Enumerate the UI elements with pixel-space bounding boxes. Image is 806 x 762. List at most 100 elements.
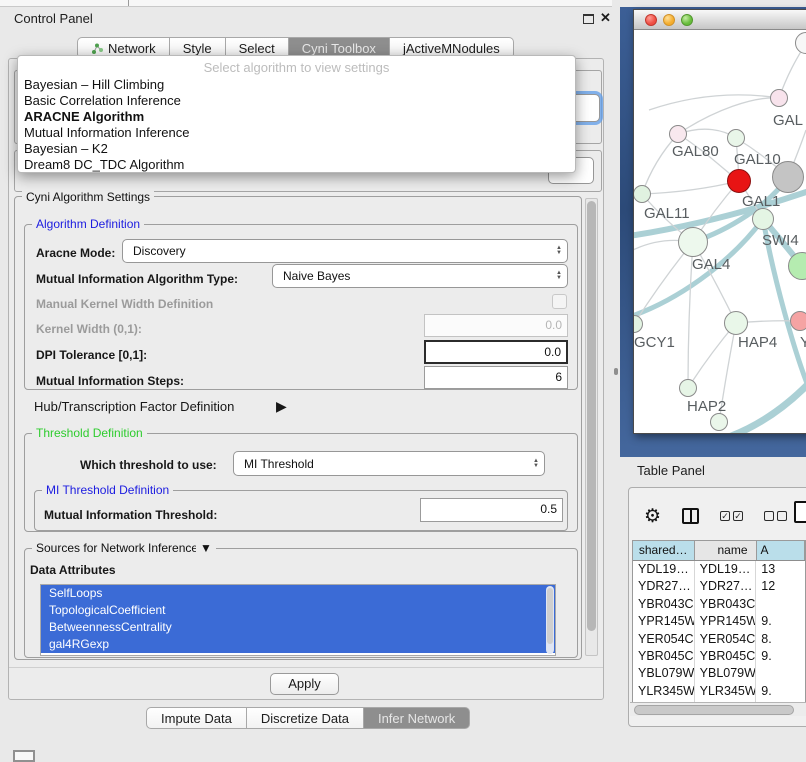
network-canvas[interactable]: GAL GAL80 GAL10 GAL1 GAL11 SWI4 GAL4 GCY… <box>634 30 806 433</box>
minimize-window-icon[interactable] <box>663 14 675 26</box>
attribute-selfloops[interactable]: SelfLoops <box>41 585 555 602</box>
node-label-gal: GAL <box>773 112 803 129</box>
sources-label: Sources for Network Inference <box>32 541 202 555</box>
cell-name: YBR045C <box>695 648 757 665</box>
attribute-gal4rgexp[interactable]: gal4RGexp <box>41 636 555 653</box>
sources-collapse-arrow-icon[interactable]: ▼ <box>196 541 216 555</box>
mi-threshold-field[interactable]: 0.5 <box>420 498 563 522</box>
splitter-grip[interactable] <box>614 368 618 375</box>
manual-kernel-checkbox[interactable] <box>552 294 567 309</box>
node-label-y: Y <box>800 334 806 351</box>
table-row[interactable]: YBR043CYBR043C <box>633 596 805 613</box>
table-row[interactable]: YDR27…YDR27…12 <box>633 578 805 595</box>
cell-shared: YLR345W <box>633 683 695 700</box>
cell-shared: YBR045C <box>633 648 695 665</box>
column-header-partial[interactable]: A <box>757 541 805 560</box>
network-node-gal[interactable] <box>770 89 788 107</box>
hub-definition-label[interactable]: Hub/Transcription Factor Definition <box>34 399 234 414</box>
apply-button[interactable]: Apply <box>270 673 339 695</box>
table-row[interactable]: YLR345WYLR345W9. <box>633 683 805 700</box>
settings-scrollbar-thumb[interactable] <box>587 201 596 631</box>
dropdown-item-aracne[interactable]: ARACNE Algorithm <box>18 109 575 125</box>
tab-infer-network[interactable]: Infer Network <box>364 707 470 729</box>
attribute-betweennesscentrality[interactable]: BetweennessCentrality <box>41 619 555 636</box>
table-row[interactable]: YER054CYER054C8. <box>633 631 805 648</box>
cell-shared: YER054C <box>633 631 695 648</box>
kernel-width-field[interactable]: 0.0 <box>424 314 568 337</box>
dropdown-item-dream8[interactable]: Dream8 DC_TDC Algorithm <box>18 157 575 173</box>
table-hscrollbar-thumb[interactable] <box>634 705 794 715</box>
aracne-mode-combobox[interactable]: Discovery ▲▼ <box>122 239 568 263</box>
attributes-scrollbar-thumb[interactable] <box>547 588 553 644</box>
table-row[interactable]: YBL079WYBL079W <box>633 665 805 682</box>
table-row[interactable]: YDL19…YDL19…13 <box>633 561 805 578</box>
column-header-name[interactable]: name <box>695 541 757 560</box>
tab-impute-data[interactable]: Impute Data <box>146 707 247 729</box>
tab-discretize-data[interactable]: Discretize Data <box>247 707 364 729</box>
cyni-bottom-tabbar: Impute Data Discretize Data Infer Networ… <box>146 707 470 729</box>
network-window-titlebar[interactable] <box>634 10 806 30</box>
close-panel-icon[interactable]: ✕ <box>600 10 611 26</box>
combo-stepper-icon: ▲▼ <box>551 246 567 256</box>
float-panel-icon[interactable] <box>583 14 594 24</box>
table-row[interactable]: YBR045CYBR045C9. <box>633 648 805 665</box>
dropdown-item-bayesian-k2[interactable]: Bayesian – K2 <box>18 141 575 157</box>
column-chooser-icon[interactable] <box>682 508 699 524</box>
mi-type-label: Mutual Information Algorithm Type: <box>36 272 238 286</box>
network-node-gal10[interactable] <box>727 129 745 147</box>
deselect-all-checks-icon[interactable] <box>764 511 787 521</box>
table-row[interactable]: YPR145WYPR145W9. <box>633 613 805 630</box>
close-window-icon[interactable] <box>645 14 657 26</box>
table-settings-gear-icon[interactable]: ⚙ <box>644 507 661 526</box>
which-threshold-value: MI Threshold <box>234 457 528 471</box>
data-attributes-label: Data Attributes <box>30 563 116 577</box>
which-threshold-combobox[interactable]: MI Threshold ▲▼ <box>233 451 545 476</box>
node-label-gal80: GAL80 <box>672 143 719 160</box>
control-panel-title: Control Panel <box>14 11 93 26</box>
dropdown-item-mutual-information[interactable]: Mutual Information Inference <box>18 125 575 141</box>
network-node-hap2[interactable] <box>679 379 697 397</box>
mi-steps-field[interactable]: 6 <box>424 366 568 389</box>
node-table: shared… name A YDL19…YDL19…13 YDR27…YDR2… <box>632 540 806 702</box>
attribute-topologicalcoefficient[interactable]: TopologicalCoefficient <box>41 602 555 619</box>
network-node-hap4[interactable] <box>724 311 748 335</box>
tab-impute-label: Impute Data <box>161 711 232 726</box>
cell-shared: YDR27… <box>633 578 695 595</box>
dropdown-item-basic-correlation[interactable]: Basic Correlation Inference <box>18 93 575 109</box>
network-node[interactable] <box>710 413 728 431</box>
zoom-window-icon[interactable] <box>681 14 693 26</box>
combo-stepper-icon: ▲▼ <box>528 459 544 469</box>
network-node-swi4[interactable] <box>752 208 774 230</box>
export-table-icon[interactable] <box>794 501 806 523</box>
cell-shared: YPR145W <box>633 613 695 630</box>
node-label-gal10: GAL10 <box>734 151 781 168</box>
table-horizontal-scrollbar[interactable] <box>630 702 806 716</box>
dpi-tolerance-label: DPI Tolerance [0,1]: <box>36 348 147 362</box>
network-node-gal1[interactable] <box>727 169 751 193</box>
network-node-y[interactable] <box>790 311 806 331</box>
cell-value: 9. <box>756 683 805 700</box>
dpi-tolerance-field[interactable]: 0.0 <box>424 340 568 364</box>
select-all-checks-icon[interactable]: ✓✓ <box>720 511 743 521</box>
network-node[interactable] <box>772 161 804 193</box>
dropdown-item-bayesian-hill-climbing[interactable]: Bayesian – Hill Climbing <box>18 77 575 93</box>
mi-type-combobox[interactable]: Naive Bayes ▲▼ <box>272 264 568 288</box>
cell-value: 8. <box>756 631 805 648</box>
tab-network-label: Network <box>108 41 156 56</box>
algorithm-definition-label: Algorithm Definition <box>32 217 144 231</box>
combo-stepper-icon: ▲▼ <box>551 271 567 281</box>
cyni-algorithm-settings-label: Cyni Algorithm Settings <box>22 190 154 204</box>
attributes-scrollbar[interactable] <box>546 586 554 654</box>
table-header-row: shared… name A <box>633 541 805 561</box>
column-header-shared-name[interactable]: shared… <box>633 541 695 560</box>
kernel-width-label: Kernel Width (0,1): <box>36 322 142 336</box>
network-node-gal80[interactable] <box>669 125 687 143</box>
node-label-swi4: SWI4 <box>762 232 799 249</box>
hub-expand-arrow-icon[interactable]: ▶ <box>276 398 287 415</box>
aracne-mode-label: Aracne Mode: <box>36 246 115 260</box>
network-node-gal4[interactable] <box>678 227 708 257</box>
cell-value <box>756 665 805 682</box>
settings-scrollbar[interactable] <box>585 198 598 656</box>
docked-panel-icon[interactable] <box>13 750 35 762</box>
network-view-window[interactable]: GAL GAL80 GAL10 GAL1 GAL11 SWI4 GAL4 GCY… <box>633 9 806 434</box>
